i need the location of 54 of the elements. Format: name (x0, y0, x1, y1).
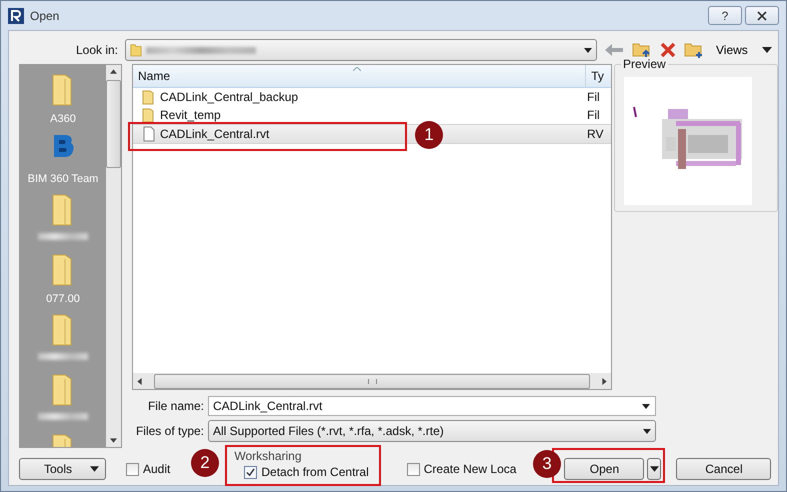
window-title: Open (30, 8, 60, 22)
create-local-checkbox[interactable]: Create New Loca (406, 462, 516, 476)
scroll-up-icon[interactable] (110, 69, 117, 74)
file-name: Revit_temp (160, 108, 221, 122)
look-in-dropdown[interactable] (125, 39, 597, 61)
file-type: Fil (587, 108, 601, 122)
caret-icon (584, 48, 592, 52)
column-header[interactable]: Name (133, 65, 586, 87)
back-icon[interactable] (604, 42, 624, 58)
place-label: 077.00 (46, 293, 80, 305)
file-name: CADLink_Central.rvt (160, 127, 270, 141)
caret-icon[interactable] (642, 404, 650, 409)
views-menu-button[interactable]: Views (712, 43, 776, 57)
file-type-dropdown[interactable]: All Supported Files (*.rvt, *.rfa, *.adsk, *.rte) (208, 420, 656, 442)
audit-checkbox[interactable]: Audit (126, 462, 170, 476)
close-icon (757, 10, 767, 20)
folder-up-icon[interactable] (632, 41, 652, 59)
place-label: A360 (50, 113, 76, 125)
caret-icon (643, 428, 651, 434)
delete-icon[interactable] (660, 42, 676, 58)
open-button[interactable]: Open (564, 458, 644, 480)
scrollbar[interactable] (106, 65, 121, 447)
sort-icon (353, 67, 361, 71)
open-options-button[interactable] (647, 458, 662, 480)
file-name-field[interactable]: CADLink_Central.rvt (208, 396, 656, 416)
document-icon (141, 126, 157, 142)
checkmark-icon (246, 468, 256, 476)
group-title: Worksharing (234, 449, 302, 463)
scroll-right-icon[interactable] (602, 378, 607, 384)
file-row[interactable]: CADLink_Central_backup Fil (133, 88, 611, 106)
close-button[interactable] (745, 6, 779, 25)
file-type: Fil (587, 90, 601, 104)
caret-icon (650, 466, 659, 472)
detach-checkbox[interactable]: Detach from Central (244, 465, 369, 479)
file-row[interactable]: Revit_temp Fil (133, 106, 611, 124)
help-button[interactable]: ? (708, 6, 742, 25)
file-type: RV (587, 127, 604, 141)
column-header[interactable]: Ty (586, 65, 611, 87)
scroll-down-icon[interactable] (110, 438, 117, 443)
file-name-label: File name: (146, 399, 205, 413)
new-folder-icon[interactable] (684, 41, 704, 59)
app-icon (8, 8, 24, 24)
preview-label: Preview (621, 57, 668, 71)
scroll-left-icon[interactable] (137, 378, 142, 384)
file-type-label: Files of type: (134, 424, 205, 438)
scrollbar-thumb[interactable] (106, 80, 121, 168)
look-in-label: Look in: (74, 43, 119, 57)
caret-icon (90, 466, 99, 472)
caret-icon (762, 47, 772, 53)
cancel-button[interactable]: Cancel (676, 458, 772, 480)
folder-icon (130, 42, 142, 58)
tools-button[interactable]: Tools (19, 458, 106, 480)
file-name: CADLink_Central_backup (160, 90, 298, 104)
place-label: BIM 360 Team (28, 173, 98, 185)
